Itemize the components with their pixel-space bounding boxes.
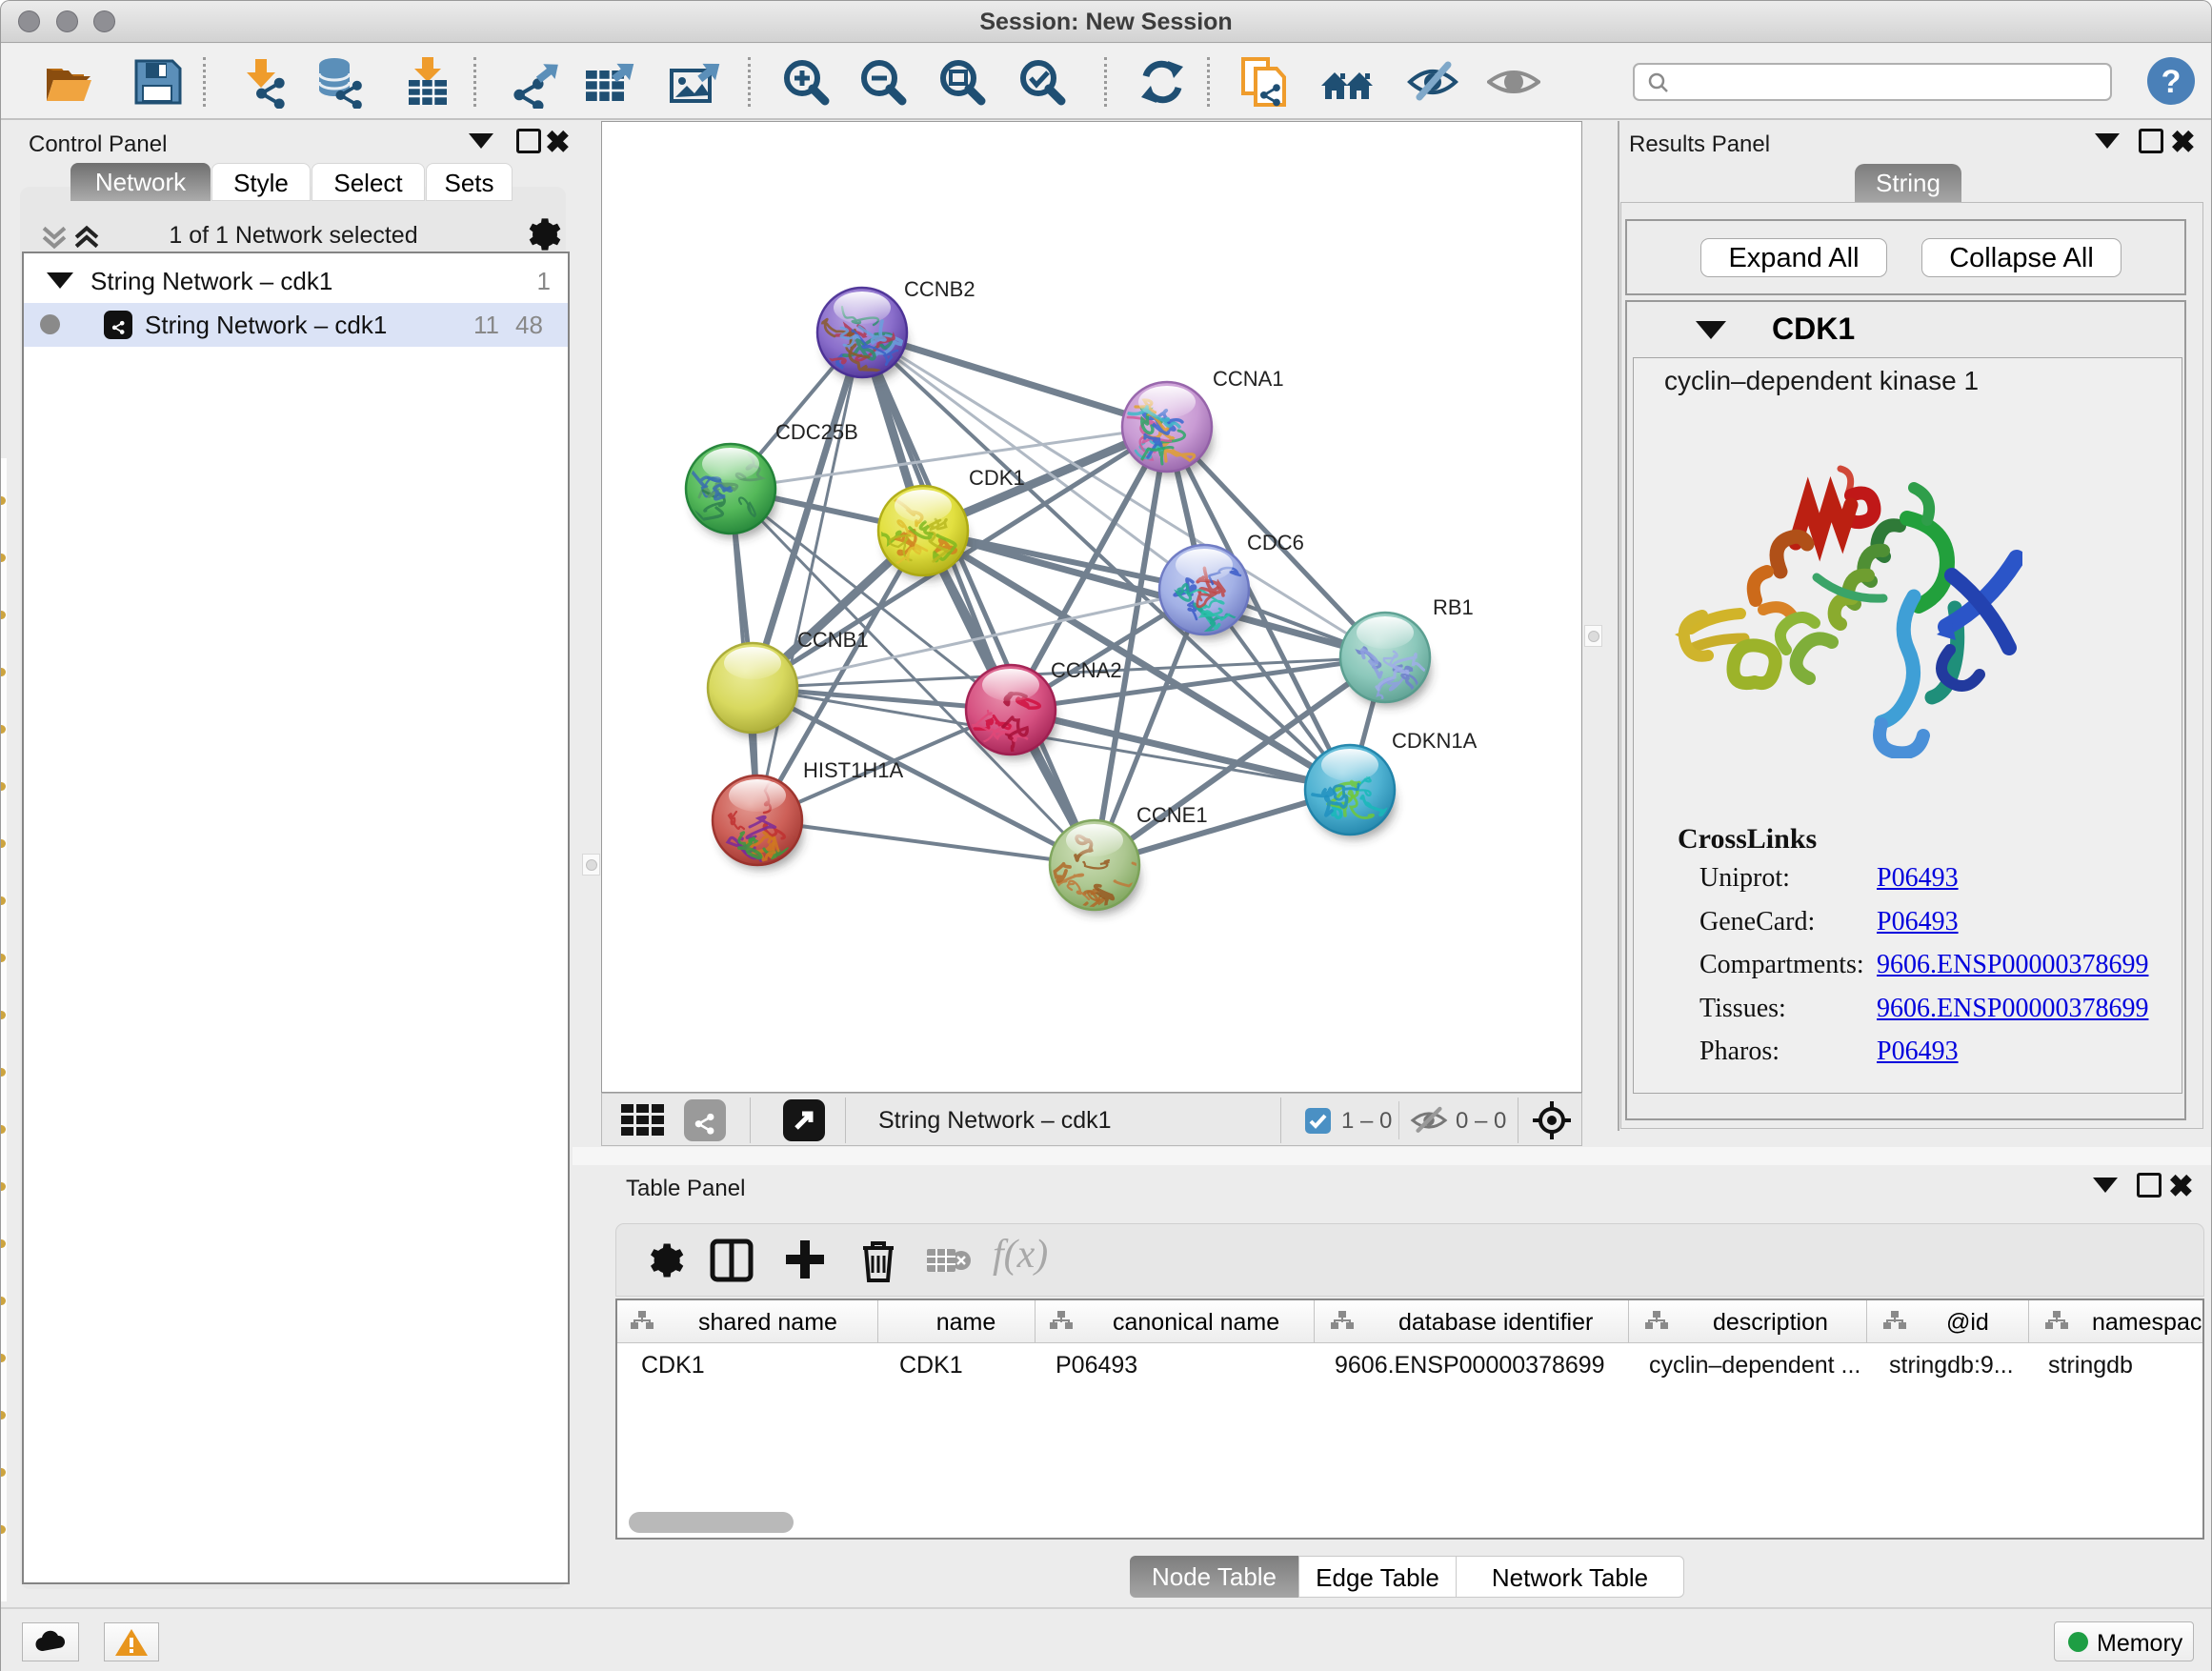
svg-text:CDC6: CDC6 <box>1247 531 1304 554</box>
svg-text:CDKN1A: CDKN1A <box>1392 729 1478 753</box>
svg-text:?: ? <box>2162 64 2182 100</box>
svg-text:CCNE1: CCNE1 <box>1136 803 1208 827</box>
svg-text:CCNB2: CCNB2 <box>904 277 975 301</box>
svg-text:CDC25B: CDC25B <box>775 420 858 444</box>
svg-text:CCNA1: CCNA1 <box>1213 367 1284 391</box>
svg-text:CCNA2: CCNA2 <box>1051 658 1122 682</box>
svg-text:CDK1: CDK1 <box>969 466 1025 490</box>
svg-text:CCNB1: CCNB1 <box>797 628 869 652</box>
svg-text:RB1: RB1 <box>1433 595 1474 619</box>
svg-text:HIST1H1A: HIST1H1A <box>803 758 903 782</box>
